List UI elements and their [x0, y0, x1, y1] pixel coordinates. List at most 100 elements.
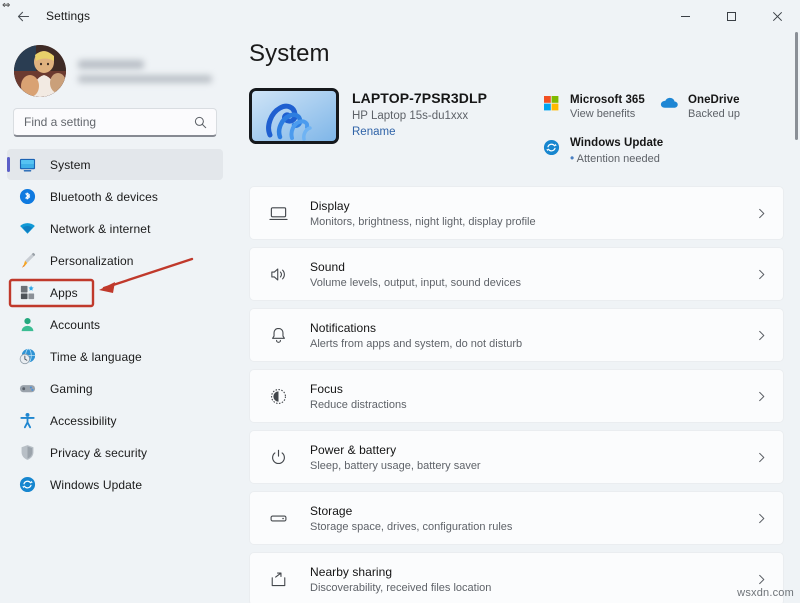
card-subtitle: Monitors, brightness, night light, displ…: [310, 215, 536, 228]
settings-card-sound[interactable]: Sound Volume levels, output, input, soun…: [249, 247, 784, 301]
title-bar: ⇔ Settings: [0, 0, 800, 32]
main-content: System LAPTOP-7PSR3DLP HP Laptop 15s-du1…: [230, 32, 800, 603]
windows-bloom-wallpaper-icon: [252, 91, 336, 141]
bluetooth-icon: [18, 188, 36, 206]
card-title: Power & battery: [310, 442, 397, 457]
microsoft-logo-icon: [540, 94, 562, 111]
status-title: Microsoft 365: [570, 94, 645, 106]
device-model: HP Laptop 15s-du1xxx: [352, 110, 469, 122]
windows-update-icon: [540, 137, 562, 156]
sidebar-item-time-language[interactable]: Time & language: [7, 341, 223, 372]
card-title: Nearby sharing: [310, 564, 393, 579]
monitor-icon: [266, 204, 290, 223]
chevron-right-icon: [756, 269, 771, 280]
status-tile-onedrive[interactable]: OneDrive Backed up: [656, 92, 776, 122]
sidebar-item-label: Privacy & security: [50, 445, 148, 460]
profile-text: [78, 59, 212, 83]
card-subtitle: Alerts from apps and system, do not dist…: [310, 337, 523, 350]
card-subtitle: Discoverability, received files location: [310, 581, 492, 594]
attention-bullet-icon: •: [570, 151, 575, 165]
search-box[interactable]: [13, 108, 217, 137]
device-summary: LAPTOP-7PSR3DLP HP Laptop 15s-du1xxx Ren…: [230, 68, 800, 165]
sidebar-item-accounts[interactable]: Accounts: [7, 309, 223, 340]
status-subtitle: Attention needed: [576, 153, 660, 165]
app-title: Settings: [46, 9, 91, 23]
sidebar-item-bluetooth-devices[interactable]: Bluetooth & devices: [7, 181, 223, 212]
gamepad-icon: [18, 380, 36, 398]
profile-name-redacted: [78, 59, 144, 69]
minimize-icon: [680, 15, 690, 17]
avatar: [14, 45, 66, 97]
scrollbar-thumb[interactable]: [795, 32, 798, 140]
card-subtitle: Reduce distractions: [310, 398, 407, 411]
status-title: OneDrive: [688, 94, 740, 106]
sidebar-item-personalization[interactable]: Personalization: [7, 245, 223, 276]
status-subtitle-row: • Attention needed: [570, 151, 663, 165]
device-thumbnail: [249, 88, 339, 144]
card-title: Sound: [310, 259, 345, 274]
profile-email-redacted: [78, 74, 212, 83]
chevron-right-icon: [756, 574, 771, 585]
shield-icon: [18, 444, 36, 462]
chevron-right-icon: [756, 513, 771, 524]
resize-cursor-artifact: ⇔: [2, 0, 11, 11]
device-info: LAPTOP-7PSR3DLP HP Laptop 15s-du1xxx Ren…: [352, 88, 487, 140]
card-text: Display Monitors, brightness, night ligh…: [310, 199, 756, 228]
settings-card-notifications[interactable]: Notifications Alerts from apps and syste…: [249, 308, 784, 362]
maximize-icon: [726, 11, 736, 21]
status-tile-windows-update[interactable]: Windows Update • Attention needed: [538, 135, 800, 167]
sidebar-item-label: Windows Update: [50, 477, 143, 492]
card-subtitle: Storage space, drives, configuration rul…: [310, 520, 513, 533]
card-title: Display: [310, 198, 350, 213]
apps-grid-icon: [18, 284, 36, 302]
close-icon: [772, 11, 782, 21]
settings-card-storage[interactable]: Storage Storage space, drives, configura…: [249, 491, 784, 545]
settings-window: ⇔ Settings Find a setting System Bluetoo…: [0, 0, 800, 603]
chevron-right-icon: [756, 208, 771, 219]
wifi-icon: [18, 220, 36, 238]
status-tile-microsoft-365[interactable]: Microsoft 365 View benefits: [538, 92, 656, 122]
search-input[interactable]: [14, 115, 194, 129]
settings-card-display[interactable]: Display Monitors, brightness, night ligh…: [249, 186, 784, 240]
sidebar-item-label: Accessibility: [50, 413, 117, 428]
status-tile-text: Windows Update • Attention needed: [570, 137, 663, 165]
main-scrollbar[interactable]: [794, 32, 800, 603]
chevron-right-icon: [756, 391, 771, 402]
sidebar-item-label: Gaming: [50, 381, 93, 396]
maximize-button[interactable]: [708, 0, 754, 32]
settings-card-nearby-sharing[interactable]: Nearby sharing Discoverability, received…: [249, 552, 784, 603]
bell-icon: [266, 326, 290, 345]
sidebar-item-label: Apps: [50, 285, 78, 300]
display-monitor-icon: [18, 156, 36, 174]
sidebar-item-system[interactable]: System: [7, 149, 223, 180]
window-controls: [662, 0, 800, 32]
close-button[interactable]: [754, 0, 800, 32]
sidebar-item-gaming[interactable]: Gaming: [7, 373, 223, 404]
sidebar-item-network-internet[interactable]: Network & internet: [7, 213, 223, 244]
search-container: [0, 100, 230, 137]
settings-card-focus[interactable]: Focus Reduce distractions: [249, 369, 784, 423]
status-row-top: Microsoft 365 View benefits OneDrive Bac…: [538, 92, 800, 122]
sidebar-item-apps[interactable]: Apps: [7, 277, 223, 308]
device-name: LAPTOP-7PSR3DLP: [352, 90, 488, 106]
card-text: Notifications Alerts from apps and syste…: [310, 321, 756, 350]
status-tiles: Microsoft 365 View benefits OneDrive Bac…: [538, 92, 800, 167]
rename-link[interactable]: Rename: [352, 126, 395, 138]
sidebar-item-label: Personalization: [50, 253, 134, 268]
card-text: Sound Volume levels, output, input, soun…: [310, 260, 756, 289]
sidebar-item-privacy-security[interactable]: Privacy & security: [7, 437, 223, 468]
drive-icon: [266, 509, 290, 528]
settings-card-power-battery[interactable]: Power & battery Sleep, battery usage, ba…: [249, 430, 784, 484]
card-text: Focus Reduce distractions: [310, 382, 756, 411]
status-tile-text: Microsoft 365 View benefits: [570, 94, 645, 120]
card-title: Focus: [310, 381, 343, 396]
search-icon: [194, 116, 216, 129]
card-text: Nearby sharing Discoverability, received…: [310, 565, 756, 594]
user-profile[interactable]: [0, 32, 230, 100]
card-subtitle: Volume levels, output, input, sound devi…: [310, 276, 521, 289]
sidebar-item-windows-update[interactable]: Windows Update: [7, 469, 223, 500]
minimize-button[interactable]: [662, 0, 708, 32]
active-indicator: [7, 157, 10, 172]
sidebar-item-accessibility[interactable]: Accessibility: [7, 405, 223, 436]
paintbrush-icon: [18, 252, 36, 270]
